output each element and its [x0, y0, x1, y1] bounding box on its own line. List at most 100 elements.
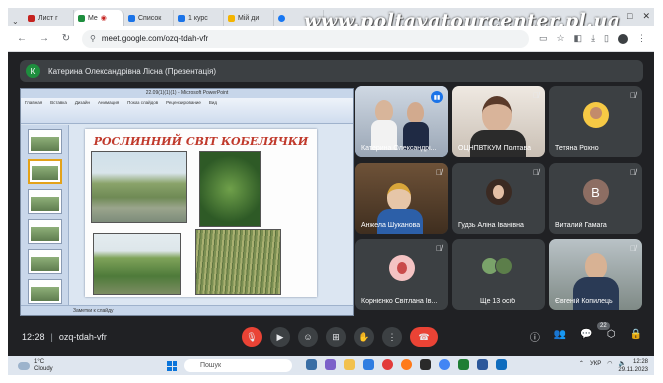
person-image: [482, 96, 512, 132]
sidepanel-icon[interactable]: ▯: [604, 33, 609, 44]
clock-date: 29.11.2023: [618, 367, 648, 373]
file-explorer-icon[interactable]: [344, 359, 355, 370]
ribbon-tab: Показ слайдов: [127, 100, 159, 105]
start-icon[interactable]: [167, 361, 177, 371]
mic-off-icon: 🎙̸: [436, 168, 442, 177]
participant-name: Анжела Шуканова: [361, 222, 421, 229]
excel-icon[interactable]: [458, 359, 469, 370]
taskbar-clock[interactable]: 12:28 29.11.2023: [618, 358, 648, 374]
participant-tile[interactable]: В 🎙̸ Виталий Гамага: [549, 163, 642, 234]
shared-screen[interactable]: 22.09(1)(1)(1) - Microsoft PowerPoint Гл…: [20, 88, 354, 316]
clock-time: 12:28: [632, 359, 648, 365]
edge-icon[interactable]: [363, 359, 374, 370]
ribbon-tab: Анимация: [98, 100, 120, 105]
slide-title: РОСЛИННИЙ СВІТ КОБЕЛЯЧКИ: [93, 135, 309, 148]
cast-icon[interactable]: ▭: [539, 33, 548, 44]
raise-hand-button[interactable]: ✋: [354, 327, 374, 347]
weather-widget[interactable]: 1°C Cloudy: [8, 359, 53, 373]
person-image: [573, 277, 619, 310]
tab-label: Лист г: [38, 14, 58, 22]
more-participants-tile[interactable]: Ще 13 осіб: [452, 239, 545, 310]
side-controls: ⓘ 👥 💬 ⬡ 🔒: [530, 329, 642, 344]
mic-off-icon: 🎙̸: [436, 244, 442, 253]
participant-tile[interactable]: 🎙̸ Корнієнко Світлана Ів...: [355, 239, 448, 310]
person-image: [396, 262, 407, 274]
browser-tab-active[interactable]: Me ◉: [74, 10, 124, 26]
presenter-banner: К Катерина Олександрівна Лісна (Презента…: [20, 60, 643, 82]
host-controls-icon[interactable]: 🔒: [630, 329, 642, 344]
browser-tab[interactable]: 1 курс: [174, 10, 224, 26]
info-icon[interactable]: ⓘ: [530, 329, 540, 344]
forward-icon[interactable]: →: [38, 33, 50, 44]
chrome-icon[interactable]: [439, 359, 450, 370]
mic-off-icon: 🎙̸: [630, 168, 636, 177]
participant-tile[interactable]: ▮▮ Катерина Олександрі...: [355, 86, 448, 157]
opera-icon[interactable]: [382, 359, 393, 370]
participant-tile[interactable]: 🎙̸ ОЦНПВТКУМ Полтава: [452, 86, 545, 157]
url-field[interactable]: ⚲ meet.google.com/ozq-tdah-vfr: [82, 29, 529, 48]
slide-thumbnail: [28, 249, 62, 274]
menu-icon[interactable]: ⋮: [637, 33, 646, 44]
taskbar-search[interactable]: Пошук: [184, 359, 292, 372]
language-indicator[interactable]: УКР: [590, 361, 601, 367]
participant-tile[interactable]: 🎙̸ Євгеній Копилець: [549, 239, 642, 310]
browser-tab[interactable]: Мій ди: [224, 10, 274, 26]
ribbon-tab: Главная: [25, 100, 43, 105]
presenter-avatar: К: [26, 64, 40, 78]
wifi-icon[interactable]: ◠: [607, 360, 612, 367]
drive-icon: [228, 14, 235, 22]
participant-avatar: [494, 257, 513, 275]
mic-off-icon: 🎙̸: [533, 168, 539, 177]
teams-icon[interactable]: [325, 359, 336, 370]
gmail-icon: [28, 14, 35, 22]
meeting-code: ozq-tdah-vfr: [58, 332, 107, 342]
participant-avatar-stack: [480, 257, 513, 275]
site-info-icon[interactable]: ⚲: [90, 34, 96, 43]
mic-off-icon: 🎙̸: [630, 91, 636, 100]
more-options-button[interactable]: ⋮: [382, 327, 402, 347]
reload-icon[interactable]: ↻: [60, 33, 72, 44]
people-icon[interactable]: 👥: [554, 329, 566, 344]
participant-name: ОЦНПВТКУМ Полтава: [458, 145, 531, 152]
close-icon[interactable]: ✕: [642, 11, 650, 22]
chat-icon[interactable]: 💬: [580, 329, 592, 344]
taskbar-apps: [306, 359, 507, 370]
task-view-icon[interactable]: [306, 359, 317, 370]
activities-icon[interactable]: ⬡: [607, 329, 616, 344]
word-icon[interactable]: [477, 359, 488, 370]
participant-avatar: [485, 179, 512, 205]
toolbar-icons: ▭ ☆ ◧ ⤓ ▯ ⋮: [539, 33, 646, 44]
meet-icon: [78, 14, 85, 22]
presenter-name: Катерина Олександрівна Лісна (Презентаці…: [48, 66, 216, 76]
mail-icon[interactable]: [496, 359, 507, 370]
participant-name: Корнієнко Світлана Ів...: [361, 298, 438, 305]
maximize-icon[interactable]: □: [627, 11, 632, 22]
reactions-button[interactable]: ☺: [298, 327, 318, 347]
tab-search-icon[interactable]: ⌄: [12, 17, 24, 26]
extensions-icon[interactable]: ◧: [574, 33, 583, 44]
store-icon[interactable]: [420, 359, 431, 370]
browser-tab[interactable]: Лист г: [24, 10, 74, 26]
bookmark-icon[interactable]: ☆: [556, 33, 564, 44]
slide-thumbnail: [28, 219, 62, 244]
meet-control-bar: 12:28 | ozq-tdah-vfr 🎙 ▶ ☺ ⊞ ✋ ⋮ ☎ 22 ⓘ …: [8, 318, 654, 356]
participant-avatar: [582, 102, 609, 128]
profile-avatar[interactable]: [618, 33, 628, 44]
participant-avatar: [388, 255, 415, 281]
leave-call-button[interactable]: ☎: [410, 327, 438, 347]
back-icon[interactable]: ←: [16, 33, 28, 44]
participant-tile[interactable]: 🎙̸ Тетяна Рохно: [549, 86, 642, 157]
ribbon-tab: Рецензирование: [166, 100, 201, 105]
person-image: [493, 185, 504, 199]
mic-toggle-button[interactable]: 🎙: [242, 327, 262, 347]
firefox-icon[interactable]: [401, 359, 412, 370]
present-button[interactable]: ⊞: [326, 327, 346, 347]
participant-tile[interactable]: 🎙̸ Анжела Шуканова: [355, 163, 448, 234]
browser-tab[interactable]: Список: [124, 10, 174, 26]
participant-tile[interactable]: 🎙̸ Гудзь Аліна Іванівна: [452, 163, 545, 234]
person-image: [470, 130, 526, 157]
download-icon[interactable]: ⤓: [591, 33, 595, 44]
tray-chevron-icon[interactable]: ⌃: [579, 360, 584, 367]
river-photo: [91, 151, 187, 223]
camera-toggle-button[interactable]: ▶: [270, 327, 290, 347]
